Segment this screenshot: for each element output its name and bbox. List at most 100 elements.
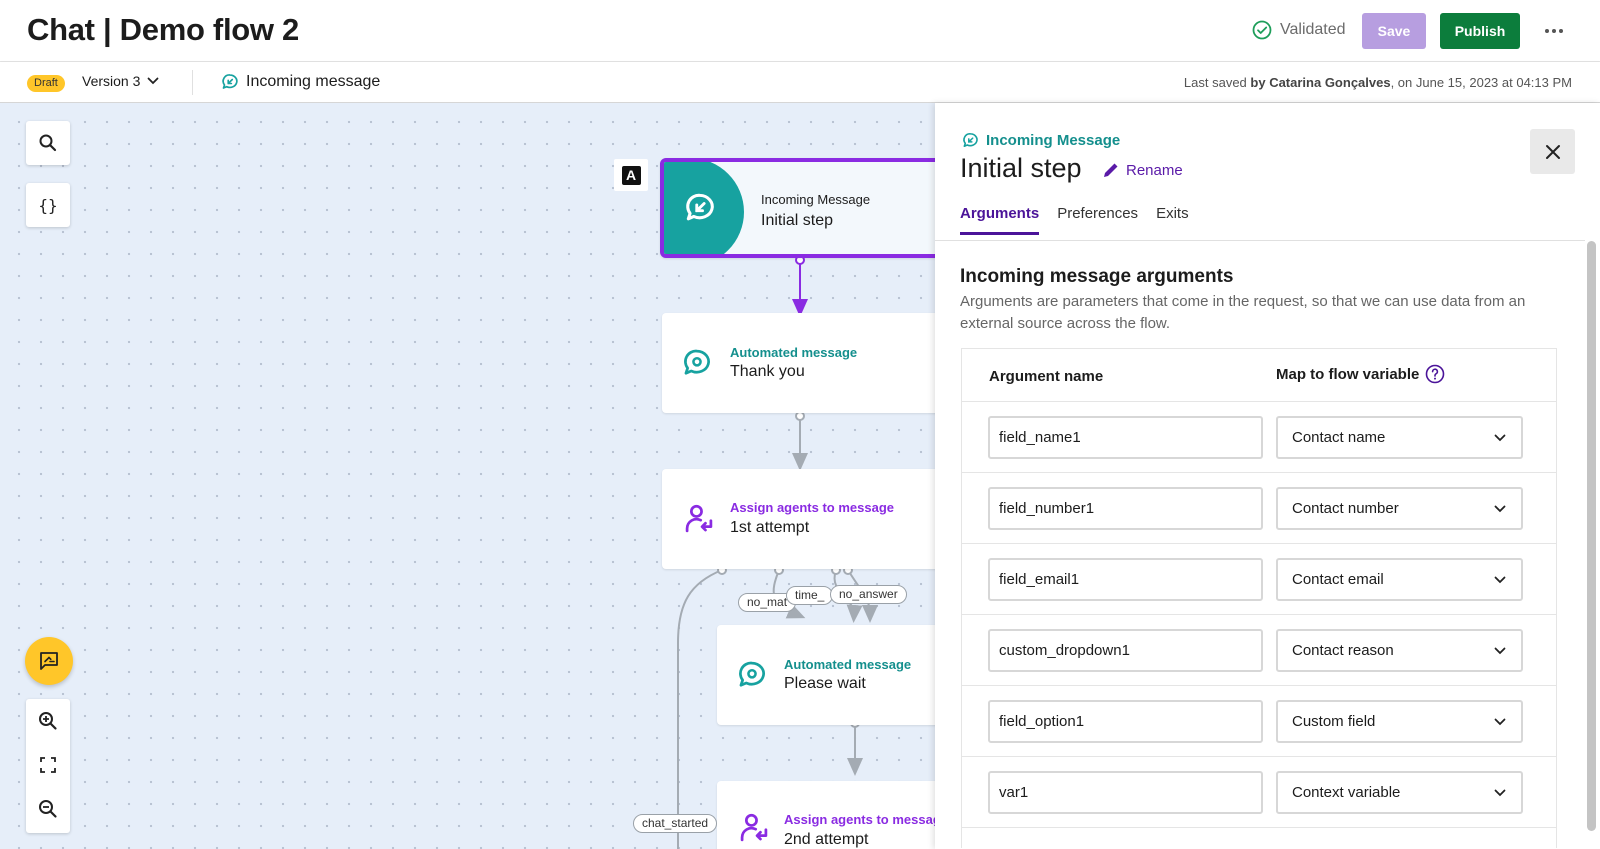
- version-label: Version 3: [82, 73, 141, 89]
- tab-preferences[interactable]: Preferences: [1057, 205, 1138, 235]
- step-details-panel: Incoming Message Initial step Rename Arg…: [935, 103, 1600, 849]
- feedback-button[interactable]: [25, 637, 73, 685]
- flow-variable-select[interactable]: Context variable: [1276, 771, 1523, 814]
- node-name: 1st attempt: [730, 519, 810, 536]
- flow-variable-select[interactable]: Contact name: [1276, 416, 1523, 459]
- panel-title: Initial step: [960, 153, 1082, 183]
- flow-variable-select[interactable]: Contact reason: [1276, 629, 1523, 672]
- close-panel-button[interactable]: [1530, 129, 1575, 174]
- chevron-down-icon: [1494, 789, 1506, 796]
- automated-message-icon: [739, 661, 765, 687]
- node-type: Assign agents to message: [730, 500, 894, 515]
- argument-name-input[interactable]: [988, 416, 1263, 459]
- tab-arguments[interactable]: Arguments: [960, 205, 1040, 235]
- table-row: Contact reason: [962, 615, 1556, 686]
- zoom-out-icon: [39, 800, 57, 818]
- table-header: Argument name Map to flow variable: [962, 349, 1556, 402]
- zoom-controls: [26, 699, 70, 833]
- node-name: Initial step: [761, 212, 834, 229]
- zoom-in-icon: [39, 712, 57, 730]
- incoming-message-icon: [222, 74, 238, 89]
- connector-label-chat-started[interactable]: chat_started: [633, 814, 718, 833]
- page-title: Chat | Demo flow 2: [27, 12, 299, 47]
- connector-label-timeout[interactable]: time_: [786, 586, 834, 605]
- draft-badge: Draft: [27, 75, 65, 92]
- table-row: Contact name: [962, 402, 1556, 473]
- connector-label-no-answer[interactable]: no_answer: [830, 585, 907, 604]
- tabs-divider: [935, 240, 1585, 241]
- column-header-map: Map to flow variable: [1276, 364, 1445, 384]
- assign-agent-icon: [685, 504, 713, 533]
- pencil-icon: [1104, 163, 1118, 177]
- search-button[interactable]: [26, 121, 70, 165]
- automated-message-icon: [684, 349, 710, 375]
- argument-name-input[interactable]: [988, 629, 1263, 672]
- variables-button[interactable]: {}: [26, 183, 70, 227]
- check-circle-icon: [1252, 20, 1272, 40]
- close-icon: [1545, 144, 1560, 159]
- divider: [192, 70, 193, 95]
- argument-name-input[interactable]: [988, 487, 1263, 530]
- panel-step-type: Incoming Message: [961, 131, 1120, 150]
- validation-status: Validated: [1252, 20, 1346, 40]
- flow-variable-select[interactable]: Custom field: [1276, 700, 1523, 743]
- save-button[interactable]: Save: [1362, 13, 1426, 49]
- table-row: Context variable: [962, 757, 1556, 828]
- chevron-down-icon: [1494, 647, 1506, 654]
- fullscreen-icon: [40, 757, 56, 773]
- feedback-icon: [40, 652, 58, 670]
- argument-name-input[interactable]: [988, 558, 1263, 601]
- validated-label: Validated: [1280, 21, 1346, 38]
- flow-node-1st-attempt[interactable]: Assign agents to message 1st attempt: [662, 469, 935, 569]
- node-type: Automated message: [730, 345, 858, 360]
- incoming-message-icon: [686, 193, 714, 221]
- top-header: Chat | Demo flow 2 Validated Save Publis…: [0, 0, 1600, 62]
- chevron-down-icon: [147, 77, 159, 85]
- chevron-down-icon: [1494, 576, 1506, 583]
- fit-view-button[interactable]: [26, 743, 70, 787]
- argument-name-input[interactable]: [988, 700, 1263, 743]
- help-icon[interactable]: [1425, 364, 1445, 384]
- node-type: Incoming Message: [761, 192, 871, 207]
- table-row: Custom field: [962, 686, 1556, 757]
- flow-node-2nd-attempt[interactable]: Assign agents to messag 2nd attempt: [717, 781, 935, 849]
- flow-variable-select[interactable]: Contact email: [1276, 558, 1523, 601]
- assign-agent-icon: [740, 813, 768, 842]
- publish-button[interactable]: Publish: [1440, 13, 1520, 49]
- flow-variable-select[interactable]: Contact number: [1276, 487, 1523, 530]
- version-select[interactable]: Version 3: [82, 73, 160, 89]
- tab-exits[interactable]: Exits: [1156, 205, 1189, 235]
- current-step: Incoming message: [220, 72, 380, 92]
- flow-node-thank-you[interactable]: Automated message Thank you: [662, 313, 935, 413]
- arguments-table: Argument name Map to flow variable Conta…: [961, 348, 1557, 848]
- chevron-down-icon: [1494, 505, 1506, 512]
- node-type: Assign agents to messag: [784, 812, 935, 827]
- rename-button[interactable]: Rename: [1102, 161, 1183, 179]
- section-description: Arguments are parameters that come in th…: [960, 293, 1526, 332]
- sub-header: Draft Version 3 Incoming message Last sa…: [0, 62, 1600, 103]
- section-title: Incoming message arguments: [960, 266, 1234, 287]
- last-saved: Last saved by Catarina Gonçalves, on Jun…: [1183, 75, 1572, 90]
- node-name: Thank you: [730, 363, 805, 380]
- node-name: Please wait: [784, 675, 866, 692]
- table-row: Contact number: [962, 473, 1556, 544]
- zoom-in-button[interactable]: [26, 699, 70, 743]
- chevron-down-icon: [1494, 434, 1506, 441]
- flow-node-initial-step[interactable]: Incoming Message Initial step: [660, 158, 935, 258]
- chevron-down-icon: [1494, 718, 1506, 725]
- start-point-marker: A: [614, 159, 648, 191]
- node-name: 2nd attempt: [784, 831, 869, 848]
- column-header-argument: Argument name: [989, 368, 1104, 385]
- argument-name-input[interactable]: [988, 771, 1263, 814]
- search-icon: [39, 134, 57, 152]
- incoming-message-icon: [963, 133, 978, 148]
- panel-scrollbar[interactable]: [1587, 241, 1596, 831]
- flow-node-please-wait[interactable]: Automated message Please wait: [717, 625, 935, 725]
- more-options-icon[interactable]: [1540, 20, 1568, 42]
- panel-tabs: Arguments Preferences Exits: [960, 205, 1189, 235]
- node-type: Automated message: [784, 657, 912, 672]
- flow-canvas[interactable]: {} A Incoming Message Initial step Autom…: [0, 103, 935, 849]
- zoom-out-button[interactable]: [26, 787, 70, 831]
- current-step-label: Incoming message: [246, 73, 381, 90]
- table-row: Contact email: [962, 544, 1556, 615]
